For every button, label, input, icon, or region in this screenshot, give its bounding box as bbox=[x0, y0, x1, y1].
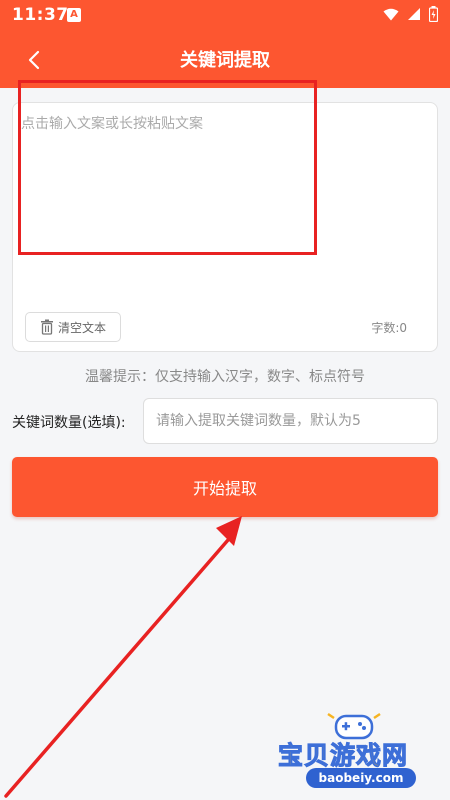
text-input[interactable] bbox=[21, 113, 427, 303]
navigation-bar: 关键词提取 bbox=[0, 36, 450, 82]
text-input-card: 清空文本 字数:0 bbox=[12, 102, 438, 352]
signal-icon bbox=[408, 8, 420, 20]
status-bar: 11:37 A bbox=[0, 0, 450, 32]
trash-icon bbox=[40, 319, 53, 335]
wifi-icon bbox=[383, 8, 399, 20]
char-count: 字数:0 bbox=[371, 321, 407, 335]
watermark-url: baobeiy.com bbox=[306, 768, 416, 788]
keyword-count-label: 关键词数量(选填): bbox=[12, 415, 126, 431]
status-icons bbox=[383, 6, 438, 22]
watermark: 宝贝游戏网 baobeiy.com bbox=[270, 712, 450, 800]
status-time: 11:37 bbox=[12, 5, 69, 25]
tip-text: 温馨提示：仅支持输入汉字，数字、标点符号 bbox=[85, 369, 365, 385]
battery-icon bbox=[429, 6, 438, 22]
gamepad-icon bbox=[327, 712, 381, 740]
watermark-text: 宝贝游戏网 bbox=[277, 741, 409, 771]
page-title: 关键词提取 bbox=[180, 50, 270, 71]
start-extract-button[interactable]: 开始提取 bbox=[12, 457, 438, 517]
keyword-count-input[interactable] bbox=[143, 398, 438, 444]
notification-badge: A bbox=[67, 8, 81, 22]
clear-text-button[interactable]: 清空文本 bbox=[25, 312, 121, 342]
clear-text-label: 清空文本 bbox=[57, 320, 106, 335]
